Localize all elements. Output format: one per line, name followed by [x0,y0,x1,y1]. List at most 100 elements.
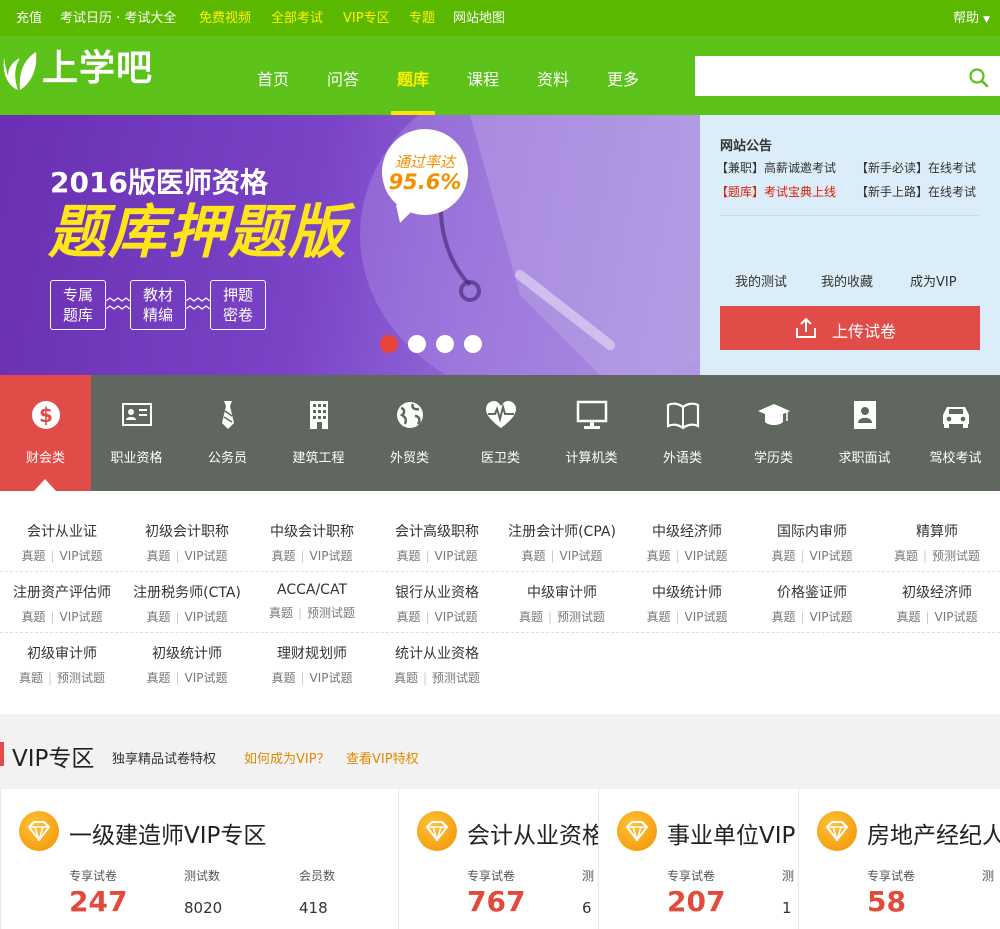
nav-home[interactable]: 首页 [257,66,289,90]
topbar-link-topics[interactable]: 专题 [409,10,435,27]
subject-name[interactable]: ACCA/CAT [250,582,374,598]
subject-link-real[interactable]: 真题 [394,671,418,685]
subject-name[interactable]: 初级审计师 [0,643,124,663]
subject-link-real[interactable]: 真题 [396,549,420,563]
category-driving[interactable]: 驾校考试 [910,375,1000,491]
subject-link-vip[interactable]: VIP试题 [935,610,978,624]
category-civil-servant[interactable]: 公务员 [182,375,273,491]
category-accounting[interactable]: $ 财会类 [0,375,91,491]
nav-courses[interactable]: 课程 [467,66,499,90]
topbar-link-sitemap[interactable]: 网站地图 [453,10,505,27]
category-foreign-language[interactable]: 外语类 [637,375,728,491]
subject-link-vip[interactable]: VIP试题 [685,610,728,624]
subject-link-vip[interactable]: VIP试题 [185,610,228,624]
category-job-interview[interactable]: 求职面试 [819,375,910,491]
topbar-link-recharge[interactable]: 充值 [16,10,42,27]
subject-link-real[interactable]: 真题 [21,549,45,563]
my-tests-link[interactable]: 我的测试 [735,271,787,290]
subject-name[interactable]: 中级审计师 [500,582,624,602]
vip-card-3[interactable]: 事业单位VIP 专享试卷 测 207 1 [598,789,798,929]
slide-dot-1[interactable] [380,335,398,353]
topbar-link-vip[interactable]: VIP专区 [343,10,390,27]
topbar-link-exam-calendar[interactable]: 考试日历 · 考试大全 [60,10,176,27]
subject-name[interactable]: 统计从业资格 [375,643,499,663]
slide-dot-3[interactable] [436,335,454,353]
subject-link-real[interactable]: 真题 [271,549,295,563]
subject-link-predict[interactable]: 预测试题 [932,549,980,563]
notice-item-2[interactable]: 【新手必读】在线考试 [856,159,976,176]
how-to-become-vip-link[interactable]: 如何成为VIP？ [244,748,330,767]
vip-card-1[interactable]: 一级建造师VIP专区 专享试卷 测试数 会员数 247 8020 418 [0,789,398,929]
subject-link-real[interactable]: 真题 [269,606,293,620]
subject-link-real[interactable]: 真题 [21,610,45,624]
topbar-link-free-video[interactable]: 免费视频 [199,10,251,27]
subject-link-real[interactable]: 真题 [271,671,295,685]
subject-link-real[interactable]: 真题 [146,610,170,624]
subject-link-real[interactable]: 真题 [519,610,543,624]
subject-link-real[interactable]: 真题 [146,671,170,685]
subject-link-real[interactable]: 真题 [896,610,920,624]
category-professional-qualification[interactable]: 职业资格 [91,375,182,491]
subject-link-real[interactable]: 真题 [646,549,670,563]
category-medical[interactable]: 医卫类 [455,375,546,491]
subject-name[interactable]: 注册资产评估师 [0,582,124,602]
subject-link-predict[interactable]: 预测试题 [432,671,480,685]
category-foreign-trade[interactable]: 外贸类 [364,375,455,491]
slide-dot-4[interactable] [464,335,482,353]
subject-link-vip[interactable]: VIP试题 [685,549,728,563]
subject-name[interactable]: 初级会计职称 [125,521,249,541]
subject-name[interactable]: 中级会计职称 [250,521,374,541]
subject-name[interactable]: 价格鉴证师 [750,582,874,602]
subject-link-real[interactable]: 真题 [771,549,795,563]
become-vip-link[interactable]: 成为VIP [910,271,957,290]
subject-link-vip[interactable]: VIP试题 [60,610,103,624]
notice-item-1[interactable]: 【兼职】高薪诚邀考试 [716,159,836,176]
subject-name[interactable]: 会计高级职称 [375,521,499,541]
nav-more[interactable]: 更多 [607,66,639,90]
subject-link-real[interactable]: 真题 [146,549,170,563]
subject-link-vip[interactable]: VIP试题 [810,549,853,563]
subject-link-real[interactable]: 真题 [19,671,43,685]
notice-item-4[interactable]: 【新手上路】在线考试 [856,183,976,200]
subject-link-predict[interactable]: 预测试题 [57,671,105,685]
subject-name[interactable]: 理财规划师 [250,643,374,663]
subject-link-vip[interactable]: VIP试题 [310,549,353,563]
category-education[interactable]: 学历类 [728,375,819,491]
subject-link-vip[interactable]: VIP试题 [185,671,228,685]
subject-link-vip[interactable]: VIP试题 [435,610,478,624]
subject-link-vip[interactable]: VIP试题 [435,549,478,563]
slide-dot-2[interactable] [408,335,426,353]
subject-name[interactable]: 银行从业资格 [375,582,499,602]
my-favorites-link[interactable]: 我的收藏 [821,271,873,290]
topbar-link-all-exams[interactable]: 全部考试 [271,10,323,27]
subject-link-real[interactable]: 真题 [396,610,420,624]
search-input[interactable] [695,56,1000,96]
category-computer[interactable]: 计算机类 [546,375,637,491]
subject-link-vip[interactable]: VIP试题 [185,549,228,563]
subject-link-predict[interactable]: 预测试题 [557,610,605,624]
search-icon[interactable] [968,67,990,89]
upload-paper-button[interactable]: 上传试卷 [720,306,980,350]
promo-banner[interactable]: 2016版医师资格 题库押题版 通过率达 95.6% 专属 题库 教材 精编 押题密… [0,115,700,375]
subject-name[interactable]: 精算师 [875,521,999,541]
nav-qa[interactable]: 问答 [327,66,359,90]
subject-link-real[interactable]: 真题 [894,549,918,563]
subject-name[interactable]: 注册会计师(CPA) [500,521,624,541]
subject-name[interactable]: 初级经济师 [875,582,999,602]
subject-name[interactable]: 初级统计师 [125,643,249,663]
subject-link-vip[interactable]: VIP试题 [810,610,853,624]
nav-question-bank[interactable]: 题库 [397,66,429,90]
subject-name[interactable]: 国际内审师 [750,521,874,541]
subject-link-vip[interactable]: VIP试题 [560,549,603,563]
subject-link-real[interactable]: 真题 [771,610,795,624]
subject-name[interactable]: 中级统计师 [625,582,749,602]
notice-item-3[interactable]: 【题库】考试宝典上线 [716,183,836,200]
subject-name[interactable]: 中级经济师 [625,521,749,541]
subject-link-real[interactable]: 真题 [646,610,670,624]
view-vip-privileges-link[interactable]: 查看VIP特权 [346,748,419,767]
nav-materials[interactable]: 资料 [537,66,569,90]
vip-card-4[interactable]: 房地产经纪人 专享试卷 测 58 [798,789,1000,929]
subject-name[interactable]: 注册税务师(CTA) [125,582,249,602]
subject-link-real[interactable]: 真题 [521,549,545,563]
subject-name[interactable]: 会计从业证 [0,521,124,541]
